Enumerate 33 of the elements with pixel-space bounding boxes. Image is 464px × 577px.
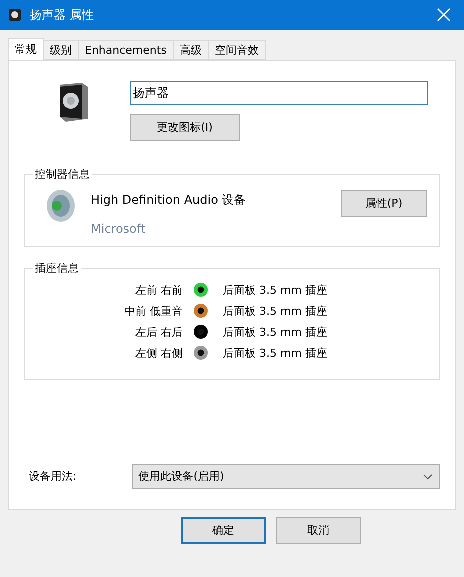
tab[interactable]: 高级 (172, 40, 209, 60)
group-legend: 插座信息 (33, 261, 81, 276)
controller-name: High Definition Audio 设备 (91, 192, 248, 209)
usage-label: 设备用法: (29, 469, 77, 484)
tab[interactable]: 空间音效 (208, 40, 266, 60)
speaker-icon (8, 8, 22, 22)
channel-label: 左侧 右侧 (134, 346, 184, 360)
group-legend: 控制器信息 (33, 167, 92, 182)
vendor-name: Microsoft (91, 222, 147, 236)
name-field[interactable]: 扬声器 (130, 81, 428, 105)
chevron-down-icon (423, 474, 433, 480)
jack-description: 后面板 3.5 mm 插座 (223, 324, 328, 340)
channel-label: 中前 低重音 (124, 304, 184, 318)
close-icon (437, 8, 451, 22)
window-title: 扬声器 属性 (30, 6, 95, 24)
jack-dot-icon (193, 282, 210, 298)
dialog-button[interactable]: 确定 (181, 517, 266, 544)
change-icon-button[interactable]: 更改图标(I) (130, 114, 240, 141)
tab[interactable]: Enhancements (78, 40, 174, 60)
dialog-button[interactable]: 取消 (276, 517, 361, 544)
jack-description: 后面板 3.5 mm 插座 (223, 304, 328, 318)
jack-dot-icon (193, 345, 210, 361)
tab[interactable]: 常规 (8, 38, 44, 60)
jack-description: 后面板 3.5 mm 插座 (223, 282, 328, 298)
channel-label: 左后 右后 (134, 324, 184, 340)
jack-dot-icon (193, 303, 210, 319)
channel-label: 左前 右前 (134, 282, 184, 298)
audio-device-icon (45, 188, 77, 224)
properties-button[interactable]: 属性(P) (341, 190, 427, 217)
usage-dropdown[interactable]: 使用此设备(启用) (132, 464, 440, 489)
jack-description: 后面板 3.5 mm 插座 (223, 346, 328, 360)
tab[interactable]: 级别 (43, 40, 79, 60)
jack-dot-icon (193, 324, 210, 340)
